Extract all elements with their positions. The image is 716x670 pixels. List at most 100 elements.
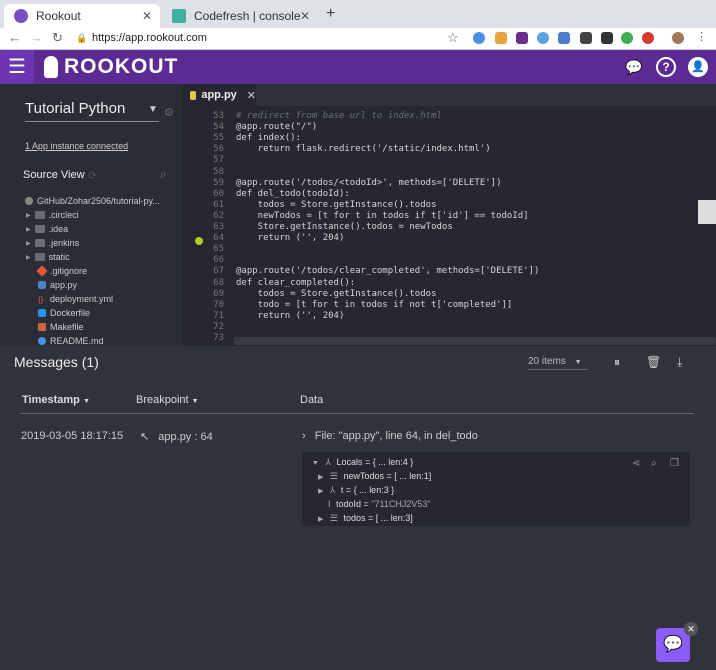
extension-icon[interactable] <box>537 32 549 44</box>
tree-item-file[interactable]: app.py <box>38 280 77 290</box>
collapse-panel-handle[interactable] <box>698 200 716 224</box>
search-icon[interactable]: ⌕ <box>651 458 657 469</box>
line-number[interactable]: 67 <box>198 266 224 277</box>
extension-icon[interactable] <box>621 32 633 44</box>
extension-icon[interactable] <box>558 32 570 44</box>
tree-item-file[interactable]: {} deployment.yml <box>38 294 113 304</box>
tree-node-newtodos[interactable]: ▶ ☰ newTodos = [ ... len:1] <box>318 471 431 482</box>
close-tab-icon[interactable]: ✕ <box>247 89 256 102</box>
code-line[interactable]: 62 newTodos = [t for t in todos if t['id… <box>182 211 716 222</box>
code-line[interactable]: 68 def clear_completed(): <box>182 278 716 289</box>
tree-item-folder[interactable]: ▶ static <box>26 252 70 262</box>
line-number[interactable]: 58 <box>198 167 224 178</box>
editor-tab-app-py[interactable]: app.py ✕ <box>182 84 256 106</box>
instances-link[interactable]: 1 App instance connected <box>25 141 128 151</box>
menu-icon[interactable]: ☰ <box>0 50 34 84</box>
extension-icon[interactable] <box>580 32 592 44</box>
column-header-breakpoint[interactable]: Breakpoint ▼ <box>136 394 199 406</box>
line-number[interactable]: 72 <box>198 322 224 333</box>
line-number[interactable]: 57 <box>198 155 224 166</box>
tree-item-repo[interactable]: GitHub/Zohar2506/tutorial-py... <box>25 196 160 206</box>
line-number[interactable]: 69 <box>198 289 224 300</box>
new-tab-button[interactable]: + <box>326 5 335 23</box>
line-number[interactable]: 71 <box>198 311 224 322</box>
line-number[interactable]: 61 <box>198 200 224 211</box>
code-line[interactable]: 67 @app.route('/todos/clear_completed', m… <box>182 266 716 277</box>
forward-icon[interactable]: → <box>30 30 43 45</box>
extension-icon[interactable] <box>473 32 485 44</box>
code-line[interactable]: 64 return ('', 204) <box>182 233 716 244</box>
rookout-logo[interactable]: ROOKOUT <box>44 55 178 79</box>
code-line[interactable]: 53 # redirect from base url to index.html <box>182 111 716 122</box>
code-line[interactable]: 59 @app.route('/todos/<todoId>', methods=… <box>182 178 716 189</box>
tree-item-folder[interactable]: ▶ .jenkins <box>26 238 79 248</box>
line-number[interactable]: 53 <box>198 111 224 122</box>
tree-item-folder[interactable]: ▶ .circleci <box>26 210 79 220</box>
extension-icon[interactable] <box>601 32 613 44</box>
column-header-timestamp[interactable]: Timestamp ▼ <box>22 394 90 406</box>
line-number[interactable]: 73 <box>198 333 224 344</box>
gear-icon[interactable]: ⚙ <box>164 106 174 119</box>
line-number[interactable]: 56 <box>198 144 224 155</box>
tree-node-todos[interactable]: ▶ ☰ todos = [ ... len:3] <box>318 513 413 524</box>
chevron-down-icon[interactable]: ▼ <box>148 104 158 115</box>
line-number[interactable]: 63 <box>198 222 224 233</box>
tree-item-file[interactable]: Makefile <box>38 322 84 332</box>
reload-icon[interactable]: ↻ <box>52 30 63 46</box>
code-line[interactable]: 61 todos = Store.getInstance().todos <box>182 200 716 211</box>
search-icon[interactable]: ⌕ <box>160 167 167 182</box>
profile-avatar[interactable] <box>672 32 684 44</box>
code-line[interactable]: 56 return flask.redirect('/static/index.… <box>182 144 716 155</box>
project-selector[interactable]: Tutorial Python <box>25 100 159 122</box>
tree-node-locals[interactable]: ▼ ⅄ Locals = { ... len:4 } <box>312 457 413 468</box>
download-icon[interactable]: ⤓ <box>677 355 682 370</box>
breakpoint-marker-icon[interactable] <box>195 237 203 245</box>
account-icon[interactable]: 👤 <box>688 57 708 77</box>
code-line[interactable]: 57 <box>182 155 716 166</box>
code-line[interactable]: 69 todos = Store.getInstance().todos <box>182 289 716 300</box>
extension-icon[interactable] <box>642 32 654 44</box>
line-number[interactable]: 60 <box>198 189 224 200</box>
line-number[interactable]: 62 <box>198 211 224 222</box>
copy-icon[interactable]: ❐ <box>670 458 679 469</box>
message-breakpoint[interactable]: ↖ app.py : 64 <box>140 430 213 443</box>
browser-tab-rookout[interactable]: Rookout ✕ <box>4 4 160 28</box>
line-number[interactable]: 54 <box>198 122 224 133</box>
line-number[interactable]: 65 <box>198 244 224 255</box>
tree-item-file[interactable]: README.md <box>38 336 104 346</box>
message-data[interactable]: › File: "app.py", line 64, in del_todo <box>302 430 478 442</box>
code-line[interactable]: 58 <box>182 167 716 178</box>
tree-item-file[interactable]: .gitignore <box>36 265 87 277</box>
back-icon[interactable]: ← <box>8 30 21 45</box>
tree-node-t[interactable]: ▶ ⅄ t = { ... len:3 } <box>318 485 394 496</box>
tree-node-todoid[interactable]: I todoId = "711CHJ2V53" <box>328 499 431 509</box>
code-line[interactable]: 70 todo = [t for t in todos if not t['co… <box>182 300 716 311</box>
close-icon[interactable]: ✕ <box>684 622 698 636</box>
line-number[interactable]: 59 <box>198 178 224 189</box>
line-number[interactable]: 70 <box>198 300 224 311</box>
close-tab-icon[interactable]: ✕ <box>142 9 152 23</box>
message-timestamp[interactable]: 2019-03-05 18:17:15 <box>21 430 123 442</box>
sync-icon[interactable]: ⟳ <box>88 169 97 182</box>
close-tab-icon[interactable]: ✕ <box>300 9 310 23</box>
horizontal-scrollbar[interactable] <box>234 337 716 345</box>
line-number[interactable]: 68 <box>198 278 224 289</box>
share-icon[interactable]: ⋖ <box>632 458 640 469</box>
code-line[interactable]: 55 def index(): <box>182 133 716 144</box>
extension-icon[interactable] <box>495 32 507 44</box>
code-line[interactable]: 60 def del_todo(todoId): <box>182 189 716 200</box>
bookmark-star-icon[interactable]: ☆ <box>447 30 459 46</box>
items-per-page-select[interactable]: 20 items ▼ <box>528 356 588 370</box>
line-number[interactable]: 55 <box>198 133 224 144</box>
url-field[interactable]: https://app.rookout.com <box>92 32 207 44</box>
pause-icon[interactable]: ⏸ <box>614 355 620 370</box>
trash-icon[interactable]: 🗑 <box>646 355 661 369</box>
chat-icon[interactable]: 💬 <box>624 57 644 77</box>
more-menu-icon[interactable]: ⋮ <box>696 30 707 43</box>
code-line[interactable]: 72 <box>182 322 716 333</box>
line-number[interactable]: 66 <box>198 255 224 266</box>
code-line[interactable]: 54 @app.route("/") <box>182 122 716 133</box>
code-line[interactable]: 63 Store.getInstance().todos = newTodos <box>182 222 716 233</box>
extension-icon[interactable] <box>516 32 528 44</box>
code-line[interactable]: 65 <box>182 244 716 255</box>
